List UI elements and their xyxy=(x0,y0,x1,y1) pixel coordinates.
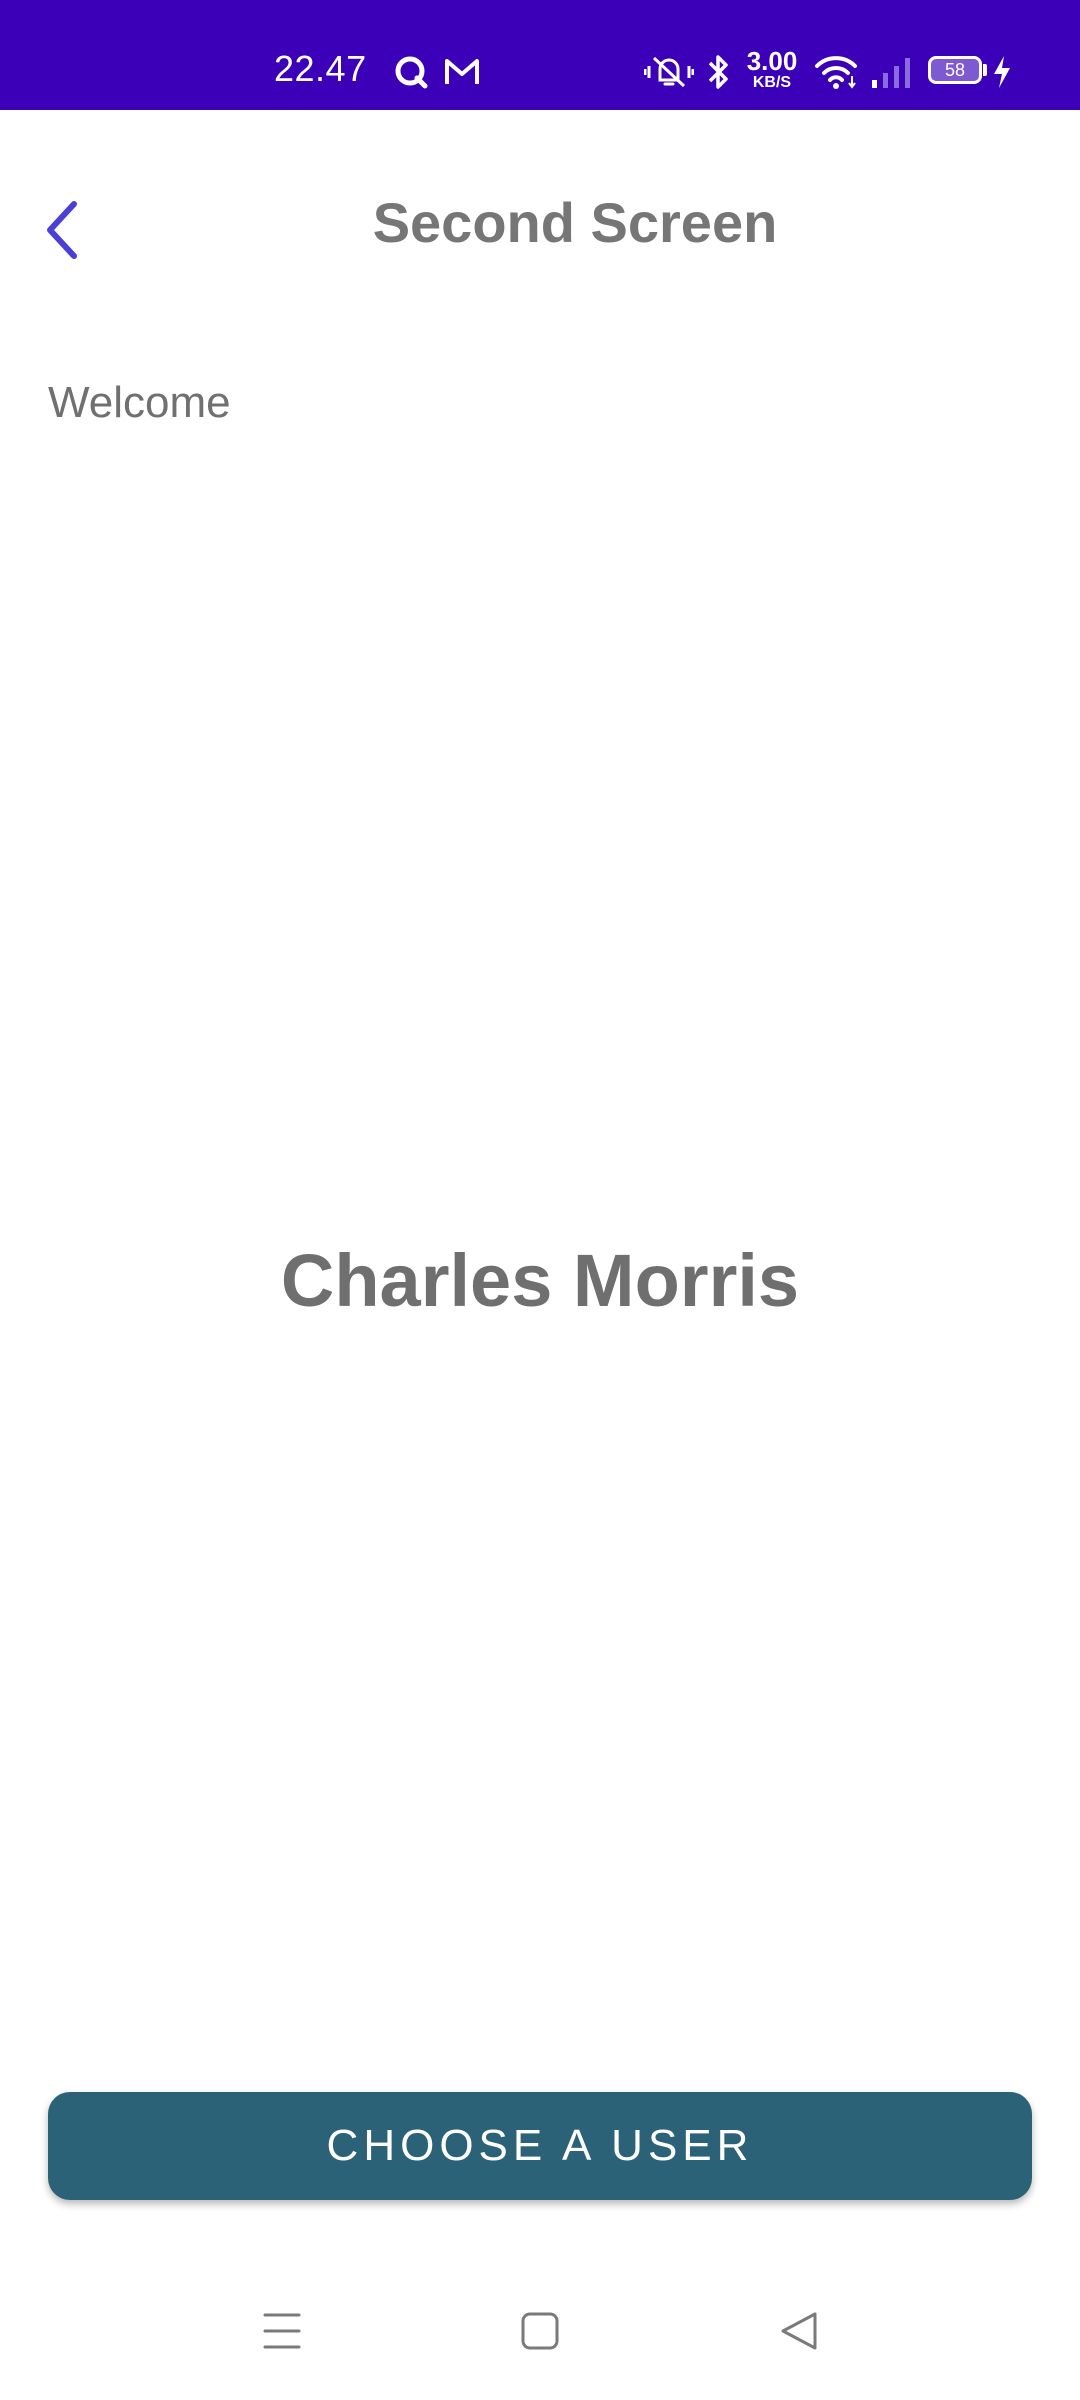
qr-app-icon xyxy=(395,56,428,89)
nav-back-button[interactable] xyxy=(738,2280,858,2380)
signal-icon xyxy=(872,58,910,88)
battery-icon: 58 xyxy=(928,56,982,84)
vibrate-icon xyxy=(644,56,694,88)
page-title: Second Screen xyxy=(372,191,778,254)
menu-icon xyxy=(263,2313,301,2349)
back-icon xyxy=(781,2312,817,2350)
network-speed-unit: KB/S xyxy=(752,74,792,91)
gmail-icon xyxy=(445,59,479,84)
status-bar: 22.47 3.00 KB/S 58 xyxy=(0,0,1080,110)
network-speed: 3.00 KB/S xyxy=(744,48,800,91)
system-nav-bar xyxy=(0,2280,1080,2400)
welcome-label: Welcome xyxy=(48,378,231,427)
status-time: 22.47 xyxy=(274,48,367,89)
selected-user-name: Charles Morris xyxy=(280,1239,800,1322)
nav-menu-button[interactable] xyxy=(222,2280,342,2380)
charging-icon xyxy=(994,56,1010,88)
battery-tip xyxy=(983,64,987,76)
choose-user-button[interactable]: CHOOSE A USER xyxy=(48,2092,1032,2200)
home-icon xyxy=(521,2312,559,2350)
wifi-icon xyxy=(815,56,857,89)
battery-level: 58 xyxy=(944,60,966,80)
network-speed-value: 3.00 xyxy=(746,46,798,76)
nav-home-button[interactable] xyxy=(480,2280,600,2380)
bluetooth-icon xyxy=(708,55,728,89)
